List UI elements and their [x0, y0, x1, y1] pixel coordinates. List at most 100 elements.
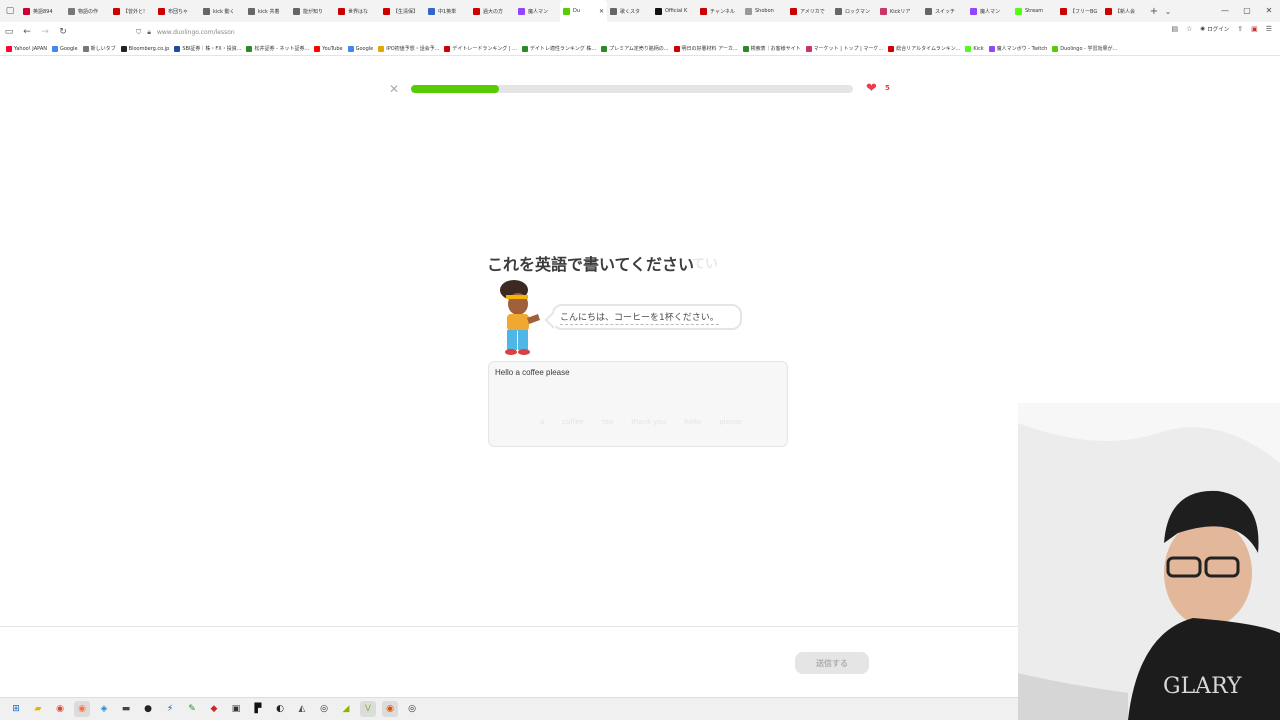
browser-tab[interactable]: 魔人マン: [967, 0, 1012, 22]
browser-tab[interactable]: 【新人会: [1102, 0, 1147, 22]
new-tab-icon[interactable]: +: [1147, 6, 1161, 17]
firefox-icon[interactable]: ◉: [74, 701, 90, 717]
bookmark-item[interactable]: プレミアム定売り銘柄の...: [601, 45, 673, 52]
tab-favicon-icon: [158, 7, 165, 15]
bookmark-item[interactable]: 新しいタブ: [82, 45, 121, 52]
reload-icon[interactable]: ↻: [54, 27, 72, 37]
tab-list-chevron-icon[interactable]: ⌄: [1161, 7, 1175, 16]
bookmark-item[interactable]: 明日の好悪材料 アーカ...: [673, 45, 743, 52]
forward-icon[interactable]: →: [36, 27, 54, 37]
url-field[interactable]: ⛉ 🔒︎ www.duolingo.com/lesson: [136, 25, 1116, 39]
bookmark-favicon-icon: [965, 45, 972, 52]
file-explorer-icon[interactable]: ▰: [30, 701, 46, 717]
browser-tab[interactable]: チャンネル: [697, 0, 742, 22]
tab-favicon-icon: [790, 7, 797, 15]
sidebar-toggle-icon[interactable]: ▭: [0, 27, 18, 37]
bookmark-item[interactable]: デイトレ適性ランキング 株...: [521, 45, 601, 52]
minimize-icon[interactable]: —: [1214, 0, 1236, 22]
speech-text[interactable]: こんにちは、コーヒーを1杯ください。: [560, 310, 719, 325]
browser-tab[interactable]: 世界はな: [335, 0, 380, 22]
steam-icon[interactable]: ◎: [316, 701, 332, 717]
close-window-icon[interactable]: ✕: [1258, 0, 1280, 22]
app-icon-12[interactable]: ◐: [272, 701, 288, 717]
chrome-icon[interactable]: ◉: [52, 701, 68, 717]
browser-tab[interactable]: Du ✕: [560, 0, 607, 22]
word-bank-word: hello: [684, 418, 702, 426]
browser-tab[interactable]: 過大の方: [470, 0, 515, 22]
bookmark-favicon-icon: [51, 45, 58, 52]
extension-icon[interactable]: ▣: [1251, 25, 1258, 33]
app-icon-5[interactable]: ▬: [118, 701, 134, 717]
browser-tab[interactable]: Shobon: [742, 0, 787, 22]
bookmark-item[interactable]: Duolingo - 学習効果が...: [1052, 45, 1122, 52]
app-icon-17[interactable]: ◉: [382, 701, 398, 717]
back-icon[interactable]: ←: [18, 27, 36, 37]
steam-icon-2[interactable]: ◎: [404, 701, 420, 717]
menu-icon[interactable]: ☰: [1266, 25, 1272, 33]
tab-title: 能が知り: [303, 8, 324, 15]
bookmark-item[interactable]: Kick: [965, 45, 988, 52]
app-icon-9[interactable]: ◆: [206, 701, 222, 717]
browser-tab[interactable]: アメリカで: [787, 0, 832, 22]
obs-icon[interactable]: ●: [140, 701, 156, 717]
browser-tab[interactable]: 【フリーBG: [1057, 0, 1102, 22]
workspaces-icon[interactable]: ▢: [0, 0, 20, 22]
login-button[interactable]: ◉ ログイン: [1200, 25, 1229, 33]
browser-tab[interactable]: 歌くスタ: [607, 0, 652, 22]
browser-tab[interactable]: 英語894: [20, 0, 65, 22]
browser-tab[interactable]: Official K: [652, 0, 697, 22]
share-icon[interactable]: ⇪: [1237, 25, 1243, 33]
bookmark-item[interactable]: IPO初値予想・話会予...: [378, 45, 444, 52]
browser-tab[interactable]: 魔人マン: [515, 0, 560, 22]
app-icon-4[interactable]: ◈: [96, 701, 112, 717]
bookmark-item[interactable]: SBI証券｜株・FX・投資...: [174, 45, 246, 52]
shield-icon[interactable]: ⛉: [136, 28, 141, 37]
reader-view-icon[interactable]: ▤: [1171, 25, 1178, 33]
bookmark-item[interactable]: Bloomberg.co.jp: [120, 45, 175, 52]
bookmark-item[interactable]: マーケット | トップ | マーケ...: [805, 45, 889, 52]
app-icon-15[interactable]: ◢: [338, 701, 354, 717]
browser-tab[interactable]: Kickリア: [877, 0, 922, 22]
answer-input[interactable]: [488, 361, 788, 447]
browser-tab[interactable]: 【曾外と!: [110, 0, 155, 22]
browser-tab[interactable]: 物語の作: [65, 0, 110, 22]
browser-tab[interactable]: ロックマン: [832, 0, 877, 22]
browser-tab[interactable]: スイッチ: [922, 0, 967, 22]
bookmark-label: 新しいタブ: [90, 46, 116, 52]
lock-icon[interactable]: 🔒︎: [147, 28, 151, 37]
bookmark-item[interactable]: 松井証券 - ネット証券...: [246, 45, 314, 52]
word-bank-word: a: [540, 418, 545, 426]
app-icon-7[interactable]: ⚡: [162, 701, 178, 717]
app-icon-11[interactable]: ▛: [250, 701, 266, 717]
tab-title: kick 共着: [258, 8, 280, 15]
browser-tab[interactable]: 布団ちゃ: [155, 0, 200, 22]
bookmark-item[interactable]: Google: [51, 45, 83, 52]
bookmark-item[interactable]: 総合リアルタイムランキン...: [888, 45, 965, 52]
bookmark-star-icon[interactable]: ☆: [1186, 25, 1192, 33]
bookmark-item[interactable]: デイトレードランキング | ...: [444, 45, 521, 52]
browser-tab[interactable]: kick 共着: [245, 0, 290, 22]
app-icon-8[interactable]: ✎: [184, 701, 200, 717]
browser-tab[interactable]: Stream: [1012, 0, 1057, 22]
browser-tab[interactable]: 能が知り: [290, 0, 335, 22]
bookmark-item[interactable]: Yahoo! JAPAN: [6, 45, 52, 52]
terminal-icon[interactable]: ▣: [228, 701, 244, 717]
start-menu-icon[interactable]: ⊞: [8, 701, 24, 717]
app-icon-13[interactable]: ◭: [294, 701, 310, 717]
tab-title: 過大の方: [483, 8, 504, 15]
bookmark-item[interactable]: Google: [347, 45, 379, 52]
progress-fill: [411, 85, 500, 93]
tab-favicon-icon: [880, 7, 887, 15]
close-lesson-icon[interactable]: ✕: [388, 82, 400, 96]
bookmark-item[interactable]: 魔人マンボウ - Twitch: [988, 45, 1053, 52]
browser-tab[interactable]: kick 動く: [200, 0, 245, 22]
bookmark-item[interactable]: 検索表｜お客様サイト: [742, 45, 806, 52]
close-tab-icon[interactable]: ✕: [599, 8, 604, 15]
bookmark-label: SBI証券｜株・FX・投資...: [182, 46, 242, 52]
app-icon-16[interactable]: V: [360, 701, 376, 717]
browser-tab[interactable]: 【生清保】: [380, 0, 425, 22]
bookmark-item[interactable]: YouTube: [314, 45, 347, 52]
browser-tab[interactable]: 中1英単: [425, 0, 470, 22]
submit-button[interactable]: 送信する: [795, 652, 869, 674]
maximize-icon[interactable]: ▢: [1236, 0, 1258, 22]
